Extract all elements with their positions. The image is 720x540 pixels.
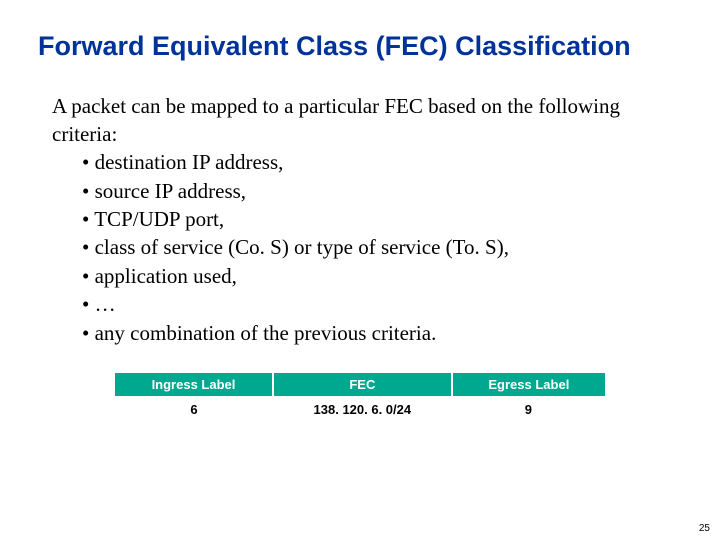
col-egress: Egress Label bbox=[452, 373, 605, 396]
body-text: A packet can be mapped to a particular F… bbox=[38, 92, 682, 347]
bullet-item: … bbox=[82, 290, 682, 318]
bullet-list: destination IP address, source IP addres… bbox=[52, 148, 682, 346]
page-number: 25 bbox=[699, 523, 710, 534]
slide: Forward Equivalent Class (FEC) Classific… bbox=[0, 0, 720, 423]
bullet-item: source IP address, bbox=[82, 177, 682, 205]
bullet-item: any combination of the previous criteria… bbox=[82, 319, 682, 347]
fec-table: Ingress Label FEC Egress Label 6 138. 12… bbox=[115, 373, 605, 423]
table-header-row: Ingress Label FEC Egress Label bbox=[115, 373, 605, 396]
cell-fec: 138. 120. 6. 0/24 bbox=[273, 396, 452, 423]
table-row: 6 138. 120. 6. 0/24 9 bbox=[115, 396, 605, 423]
slide-title: Forward Equivalent Class (FEC) Classific… bbox=[38, 30, 682, 64]
col-fec: FEC bbox=[273, 373, 452, 396]
cell-ingress: 6 bbox=[115, 396, 273, 423]
bullet-item: destination IP address, bbox=[82, 148, 682, 176]
bullet-item: application used, bbox=[82, 262, 682, 290]
bullet-item: TCP/UDP port, bbox=[82, 205, 682, 233]
intro-line: A packet can be mapped to a particular F… bbox=[52, 92, 682, 149]
fec-table-wrap: Ingress Label FEC Egress Label 6 138. 12… bbox=[115, 373, 605, 423]
cell-egress: 9 bbox=[452, 396, 605, 423]
bullet-item: class of service (Co. S) or type of serv… bbox=[82, 233, 682, 261]
col-ingress: Ingress Label bbox=[115, 373, 273, 396]
